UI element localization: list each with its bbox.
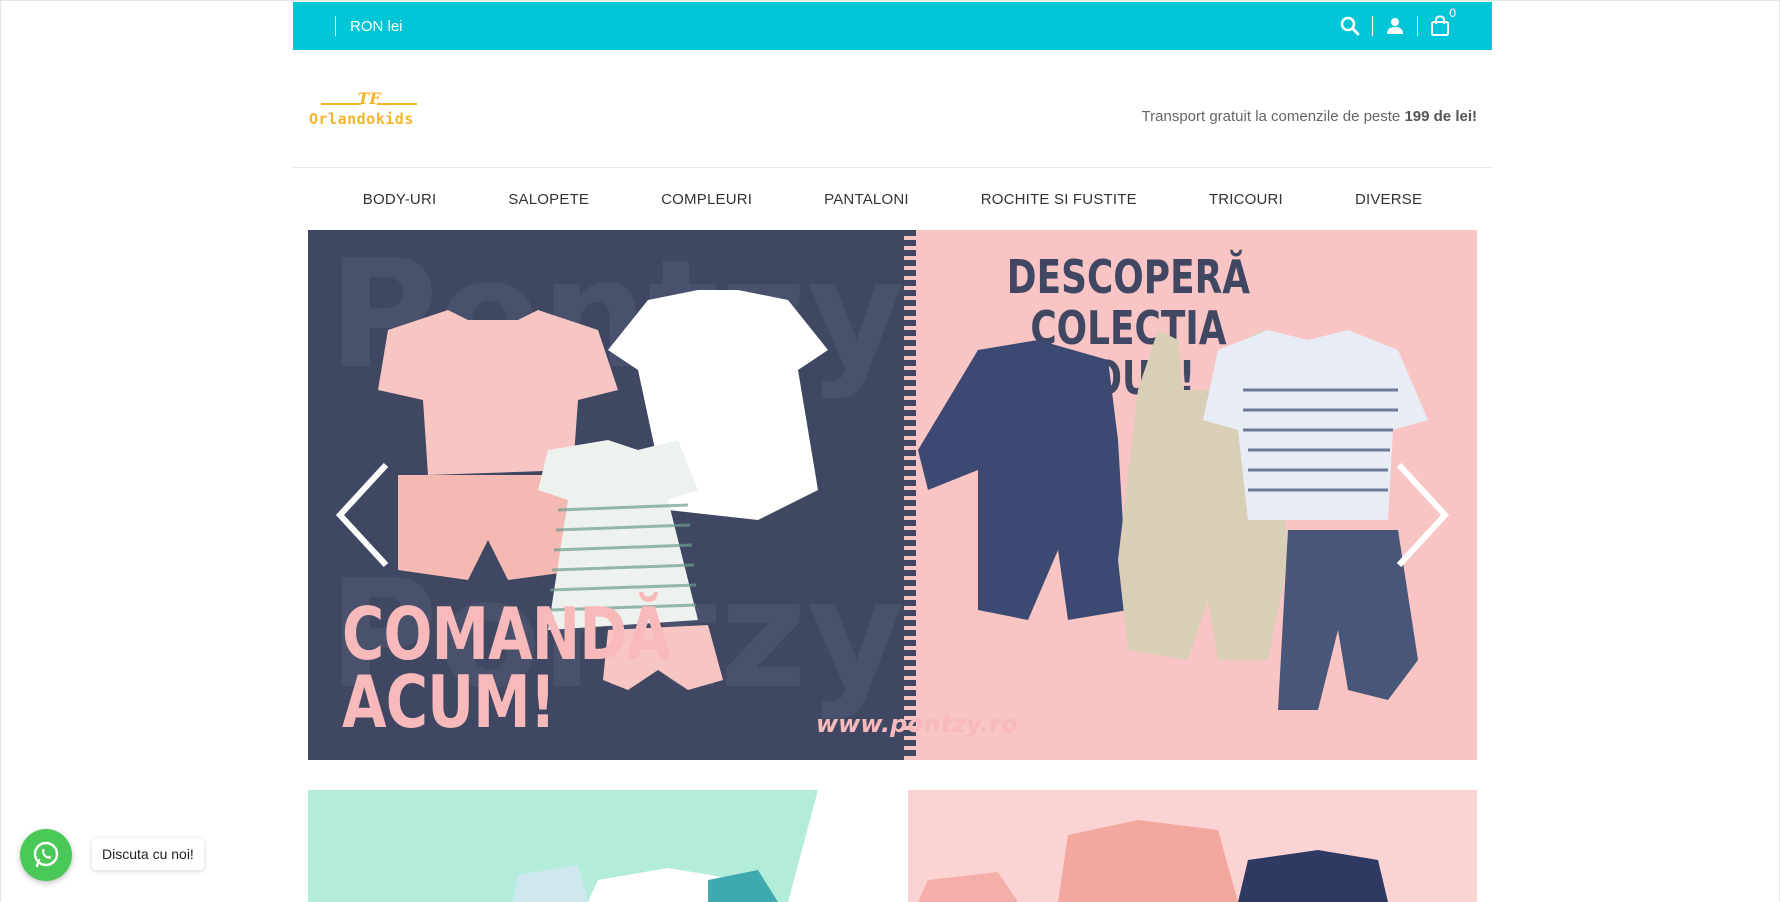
nav-item-diverse[interactable]: DIVERSE	[1355, 191, 1422, 208]
search-icon	[1340, 16, 1360, 36]
chat-label[interactable]: Discuta cu noi!	[92, 838, 204, 870]
currency-selector[interactable]: RON lei	[350, 18, 403, 35]
cart-icon	[1431, 15, 1449, 36]
topbar-divider	[335, 16, 336, 36]
svg-text:TF: TF	[357, 89, 382, 108]
whatsapp-button[interactable]	[20, 829, 72, 881]
user-icon	[1387, 18, 1403, 34]
chevron-left-icon[interactable]	[334, 460, 394, 570]
free-shipping-notice: Transport gratuit la comenzile de peste …	[1142, 108, 1477, 125]
promo-text: Transport gratuit la comenzile de peste	[1141, 108, 1405, 125]
hero-headline-left: COMANDĂ ACUM!	[342, 592, 671, 745]
category-tile-1[interactable]	[308, 790, 864, 902]
header: TF Orlandokids Transport gratuit la come…	[293, 50, 1492, 168]
nav-item-compleuri[interactable]: COMPLEURI	[661, 191, 752, 208]
top-bar: RON lei 0	[293, 2, 1492, 50]
topbar-actions: 0	[1328, 2, 1462, 50]
nav-item-tricouri[interactable]: TRICOURI	[1209, 191, 1283, 208]
account-button[interactable]	[1373, 10, 1417, 42]
search-button[interactable]	[1328, 10, 1372, 42]
nav-item-salopete[interactable]: SALOPETE	[508, 191, 589, 208]
nav-item-body-uri[interactable]: BODY-URI	[363, 191, 437, 208]
tile-1-image	[513, 790, 864, 902]
headline-left-line2: ACUM!	[342, 660, 556, 745]
torn-edge	[904, 230, 916, 760]
whatsapp-icon	[33, 841, 59, 868]
garments-right-image	[918, 330, 1428, 710]
logo-mark-icon: TF	[321, 89, 417, 108]
nav-item-pantaloni[interactable]: PANTALONI	[824, 191, 909, 208]
cart-button[interactable]: 0	[1418, 6, 1462, 42]
headline-left-line1: COMANDĂ	[342, 592, 671, 676]
nav-item-rochite-si-fustite[interactable]: ROCHITE SI FUSTITE	[981, 191, 1137, 208]
logo[interactable]: TF Orlandokids	[309, 84, 439, 132]
cart-count: 0	[1449, 6, 1456, 20]
hero-slider[interactable]: Pontzy Pontzy COMANDĂ ACUM! www.pontzy.r…	[308, 230, 1477, 760]
logo-text: Orlandokids	[309, 110, 414, 128]
category-tile-2[interactable]	[908, 790, 1477, 902]
main-nav: BODY-URI SALOPETE COMPLEURI PANTALONI RO…	[293, 168, 1492, 230]
promo-amount: 199 de lei!	[1404, 108, 1477, 125]
tile-2-image	[918, 820, 1388, 902]
chevron-right-icon[interactable]	[1391, 460, 1451, 570]
headline-right-line1: DESCOPERĂ	[1006, 250, 1250, 304]
